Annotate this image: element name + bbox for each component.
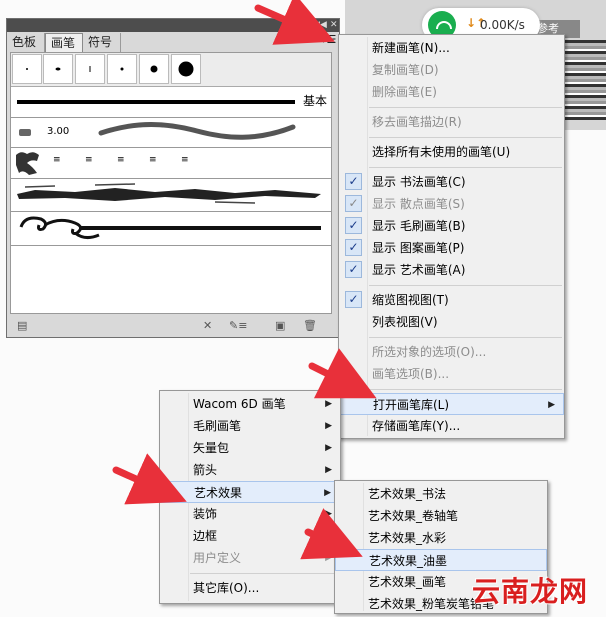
brush-library-submenu: Wacom 6D 画笔 ▶ 毛刷画笔 ▶ 矢量包 ▶ 箭头 ▶ 艺术效果 ▶ 装饰 ▶ 边框…	[159, 390, 341, 604]
menu-item-other-library[interactable]: 其它库(O)...	[160, 577, 340, 599]
background-swatch-bars	[560, 40, 606, 120]
scatter-brush-row[interactable]: ≡ ≡ ≡ ≡ ≡	[11, 147, 331, 179]
check-icon: ✓	[345, 195, 362, 212]
menu-item-borders[interactable]: 边框 ▶	[160, 525, 340, 547]
check-icon: ✓	[345, 217, 362, 234]
menu-item-selected-object-options[interactable]: 所选对象的选项(O)...	[339, 341, 564, 363]
scatter-mark: ≡	[181, 155, 189, 165]
menu-item-show-bristle[interactable]: ✓ 显示 毛刷画笔(B)	[339, 215, 564, 237]
decorative-stroke	[19, 216, 321, 240]
brushes-panel: ◀◀ ✕ 色板 画笔 符号 ▾☰ 基本 3.00 ≡ ≡ ≡ ≡ ≡ ▤ ✕ ✎…	[6, 18, 340, 338]
menu-item-thumbnail-view[interactable]: ✓ 缩览图视图(T)	[339, 289, 564, 311]
menu-item-duplicate-brush[interactable]: 复制画笔(D)	[339, 59, 564, 81]
menu-item-select-unused[interactable]: 选择所有未使用的画笔(U)	[339, 141, 564, 163]
close-icon[interactable]: ✕	[330, 19, 338, 32]
menu-item-vector-packs[interactable]: 矢量包 ▶	[160, 437, 340, 459]
calligraphic-size: 3.00	[47, 126, 70, 137]
speed-value: 0.00K/s	[480, 18, 525, 32]
menu-item-new-brush[interactable]: 新建画笔(N)...	[339, 37, 564, 59]
menu-separator	[369, 107, 562, 108]
submenu-arrow-icon: ▶	[324, 488, 331, 498]
panel-menu-icon[interactable]: ▾☰	[321, 34, 336, 46]
menu-item-show-scatter[interactable]: ✓ 显示 散点画笔(S)	[339, 193, 564, 215]
menu-item-bristle-brushes[interactable]: 毛刷画笔 ▶	[160, 415, 340, 437]
submenu-arrow-icon: ▶	[325, 553, 332, 563]
dragon-pattern-icon	[16, 152, 39, 175]
scatter-mark: ≡	[85, 155, 93, 165]
delete-brush-icon[interactable]: 🗑	[303, 319, 317, 332]
menu-item-delete-brush[interactable]: 删除画笔(E)	[339, 81, 564, 103]
submenu-arrow-icon: ▶	[325, 443, 332, 453]
collapse-icon[interactable]: ◀◀	[313, 19, 327, 32]
submenu-arrow-icon: ▶	[325, 531, 332, 541]
submenu-arrow-icon: ▶	[548, 400, 555, 410]
menu-item-wacom-6d[interactable]: Wacom 6D 画笔 ▶	[160, 393, 340, 415]
calligraphic-stroke	[98, 122, 296, 140]
check-icon: ✓	[345, 261, 362, 278]
panel-flyout-menu: 新建画笔(N)... 复制画笔(D) 删除画笔(E) 移去画笔描边(R) 选择所…	[338, 34, 565, 439]
brush-dot[interactable]	[12, 54, 42, 84]
charcoal-brush-row[interactable]	[11, 178, 331, 212]
menu-item-art-calligraphy[interactable]: 艺术效果_书法	[335, 483, 547, 505]
menu-item-arrows[interactable]: 箭头 ▶	[160, 459, 340, 481]
scatter-mark: ≡	[117, 155, 125, 165]
menu-separator	[369, 337, 562, 338]
calligraphic-dots-row	[11, 53, 331, 87]
menu-separator	[369, 389, 562, 390]
calligraphic-brush-icon	[19, 129, 31, 136]
menu-item-open-brush-library[interactable]: 打开画笔库(L) ▶	[339, 393, 564, 415]
brush-dot[interactable]	[43, 54, 73, 84]
check-icon: ✓	[345, 173, 362, 190]
charcoal-stroke	[17, 183, 321, 204]
basic-brush-row[interactable]: 基本	[11, 86, 331, 118]
submenu-arrow-icon: ▶	[325, 421, 332, 431]
panel-titlebar[interactable]: ◀◀ ✕	[7, 19, 339, 32]
menu-separator	[369, 137, 562, 138]
panel-tabs: 色板 画笔 符号	[7, 33, 339, 52]
watermark: 云南龙网	[472, 575, 589, 608]
scatter-mark: ≡	[53, 155, 61, 165]
check-icon: ✓	[345, 291, 362, 308]
brush-dot[interactable]	[139, 54, 169, 84]
tab-symbols[interactable]: 符号	[83, 33, 121, 52]
menu-item-list-view[interactable]: 列表视图(V)	[339, 311, 564, 333]
menu-item-decorative[interactable]: 装饰 ▶	[160, 503, 340, 525]
menu-item-art-ink[interactable]: 艺术效果_油墨	[335, 549, 547, 571]
menu-item-show-art[interactable]: ✓ 显示 艺术画笔(A)	[339, 259, 564, 281]
menu-item-brush-options[interactable]: 画笔选项(B)...	[339, 363, 564, 385]
menu-item-remove-stroke[interactable]: 移去画笔描边(R)	[339, 111, 564, 133]
brush-list: 基本 3.00 ≡ ≡ ≡ ≡ ≡	[10, 52, 332, 314]
menu-separator	[369, 285, 562, 286]
menu-separator	[190, 573, 338, 574]
menu-item-user-defined[interactable]: 用户定义 ▶	[160, 547, 340, 569]
brush-dot[interactable]	[171, 54, 201, 84]
basic-stroke	[17, 100, 295, 104]
menu-item-art-scroll-pen[interactable]: 艺术效果_卷轴笔	[335, 505, 547, 527]
submenu-arrow-icon: ▶	[325, 465, 332, 475]
menu-item-artistic[interactable]: 艺术效果 ▶	[160, 481, 340, 503]
menu-separator	[369, 167, 562, 168]
submenu-arrow-icon: ▶	[325, 509, 332, 519]
menu-item-show-pattern[interactable]: ✓ 显示 图案画笔(P)	[339, 237, 564, 259]
brush-options-icon[interactable]: ✎≡	[229, 319, 247, 332]
decorative-brush-row[interactable]	[11, 211, 331, 246]
brush-dot[interactable]	[107, 54, 137, 84]
new-brush-icon[interactable]: ▣	[275, 319, 285, 332]
tab-brushes[interactable]: 画笔	[45, 33, 83, 52]
brush-dot[interactable]	[75, 54, 105, 84]
panel-footer: ▤ ✕ ✎≡ ▣ 🗑	[7, 315, 339, 337]
menu-item-save-brush-library[interactable]: 存储画笔库(Y)...	[339, 415, 564, 437]
menu-item-art-watercolor[interactable]: 艺术效果_水彩	[335, 527, 547, 549]
menu-item-show-calligraphic[interactable]: ✓ 显示 书法画笔(C)	[339, 171, 564, 193]
submenu-arrow-icon: ▶	[325, 399, 332, 409]
scatter-mark: ≡	[149, 155, 157, 165]
calligraphic-brush-row[interactable]: 3.00	[11, 117, 331, 148]
tab-swatches[interactable]: 色板	[7, 33, 45, 52]
basic-brush-label: 基本	[302, 94, 327, 108]
remove-stroke-icon[interactable]: ✕	[203, 319, 212, 332]
check-icon: ✓	[345, 239, 362, 256]
brush-library-icon[interactable]: ▤	[17, 319, 27, 332]
